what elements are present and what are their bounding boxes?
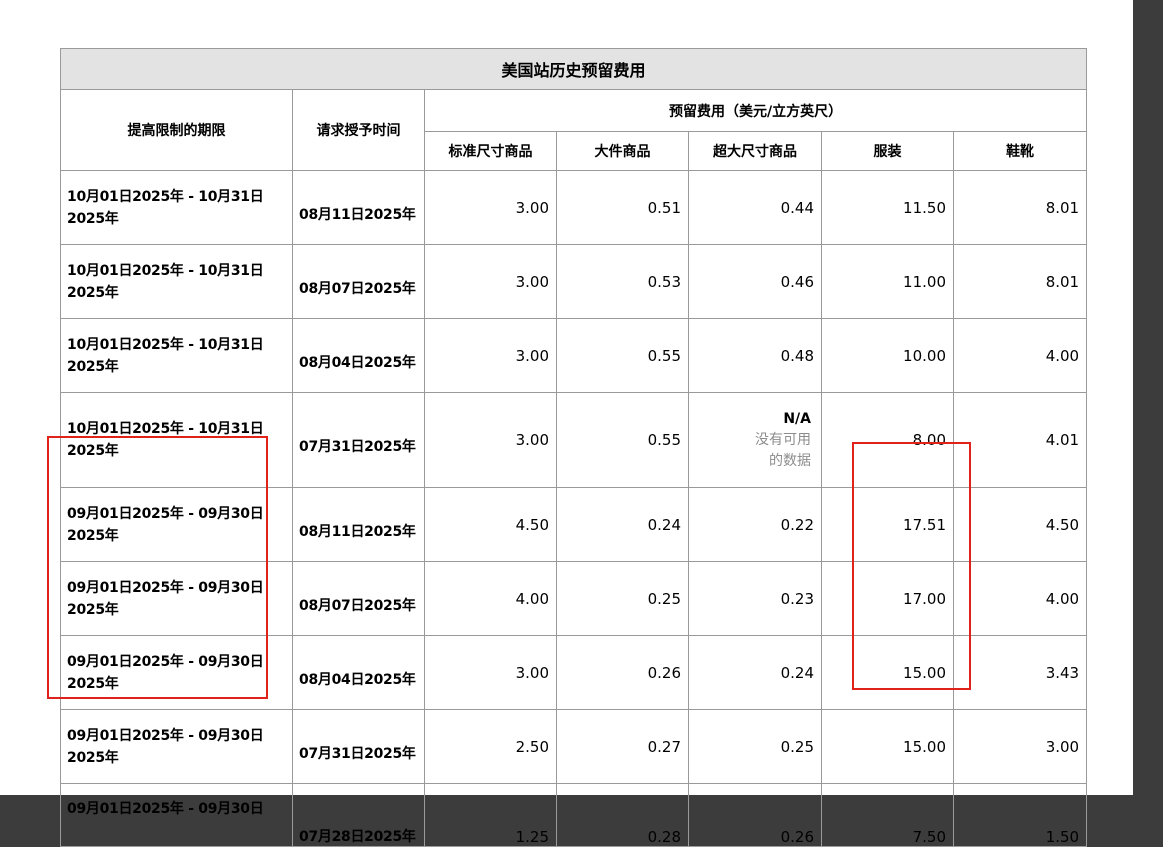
apparel-fee: 10.00 xyxy=(821,318,954,393)
table-row: 09月01日2025年 - 09月30日 2025年 07月31日2025年 2.… xyxy=(60,709,1088,784)
standard-fee: 3.00 xyxy=(424,244,557,319)
header-request-time: 请求授予时间 xyxy=(292,89,425,171)
large-fee: 0.26 xyxy=(556,635,689,710)
period-line: 09月01日2025年 - 09月30日 xyxy=(67,801,264,817)
request-time-cell: 07月28日2025年 xyxy=(292,783,425,847)
standard-fee: 1.25 xyxy=(424,783,557,847)
apparel-fee: 7.50 xyxy=(821,783,954,847)
footwear-fee: 8.01 xyxy=(952,244,1088,319)
oversize-fee: 0.26 xyxy=(688,783,822,847)
table-row: 10月01日2025年 - 10月31日 2025年 08月04日2025年 3.… xyxy=(60,318,1088,393)
standard-fee: 3.00 xyxy=(424,170,557,245)
footwear-fee: 8.01 xyxy=(952,170,1088,245)
request-time-cell: 08月11日2025年 xyxy=(292,170,425,245)
period-line: 2025年 xyxy=(67,358,119,375)
table-row: 10月01日2025年 - 10月31日 2025年 08月07日2025年 3.… xyxy=(60,244,1088,319)
large-fee: 0.55 xyxy=(556,318,689,393)
period-line: 10月01日2025年 - 10月31日 xyxy=(67,336,264,353)
viewer-background xyxy=(1133,0,1163,797)
request-time-cell: 08月04日2025年 xyxy=(292,318,425,393)
large-fee: 0.53 xyxy=(556,244,689,319)
apparel-fee: 11.00 xyxy=(821,244,954,319)
large-fee: 0.51 xyxy=(556,170,689,245)
period-line: 2025年 xyxy=(67,749,119,766)
period-line: 09月01日2025年 - 09月30日 xyxy=(67,727,264,744)
footwear-fee: 4.01 xyxy=(952,392,1088,488)
period-cell: 09月01日2025年 - 09月30日 xyxy=(60,783,293,847)
request-time-cell: 08月04日2025年 xyxy=(292,635,425,710)
footwear-fee: 4.50 xyxy=(952,487,1088,562)
no-data-note: 没有可用 xyxy=(755,431,811,448)
footwear-fee: 3.00 xyxy=(952,709,1088,784)
standard-fee: 3.00 xyxy=(424,392,557,488)
standard-fee: 2.50 xyxy=(424,709,557,784)
period-line: 10月01日2025年 - 10月31日 xyxy=(67,188,264,205)
header-large: 大件商品 xyxy=(556,131,689,171)
request-time-cell: 07月31日2025年 xyxy=(292,392,425,488)
oversize-fee: 0.44 xyxy=(688,170,822,245)
apparel-fee: 15.00 xyxy=(821,709,954,784)
period-line: 10月01日2025年 - 10月31日 xyxy=(67,262,264,279)
standard-fee: 3.00 xyxy=(424,318,557,393)
large-fee: 0.27 xyxy=(556,709,689,784)
header-period: 提高限制的期限 xyxy=(60,89,293,171)
request-time-cell: 08月11日2025年 xyxy=(292,487,425,562)
highlight-box-period xyxy=(47,436,268,699)
request-time-cell: 07月31日2025年 xyxy=(292,709,425,784)
oversize-fee: 0.48 xyxy=(688,318,822,393)
header-apparel: 服装 xyxy=(821,131,954,171)
period-cell: 10月01日2025年 - 10月31日 2025年 xyxy=(60,318,293,393)
period-cell: 10月01日2025年 - 10月31日 2025年 xyxy=(60,170,293,245)
request-time-cell: 08月07日2025年 xyxy=(292,244,425,319)
request-time-cell: 08月07日2025年 xyxy=(292,561,425,636)
document-page: 美国站历史预留费用 提高限制的期限 请求授予时间 预留费用（美元/立方英尺） 标… xyxy=(0,0,1133,847)
na-label: N/A xyxy=(783,410,811,427)
large-fee: 0.25 xyxy=(556,561,689,636)
period-line: 2025年 xyxy=(67,284,119,301)
period-line: 10月01日2025年 - 10月31日 xyxy=(67,421,264,437)
header-standard: 标准尺寸商品 xyxy=(424,131,557,171)
header-oversize: 超大尺寸商品 xyxy=(688,131,822,171)
standard-fee: 4.00 xyxy=(424,561,557,636)
footwear-fee: 3.43 xyxy=(952,635,1088,710)
footwear-fee: 4.00 xyxy=(952,561,1088,636)
header-fee-group: 预留费用（美元/立方英尺） xyxy=(423,88,1088,133)
large-fee: 0.55 xyxy=(556,392,689,488)
oversize-fee: 0.23 xyxy=(688,561,822,636)
no-data-note: 的数据 xyxy=(769,452,811,469)
table-row: 09月01日2025年 - 09月30日 07月28日2025年 1.25 0.… xyxy=(60,783,1088,847)
large-fee: 0.24 xyxy=(556,487,689,562)
oversize-fee: 0.24 xyxy=(688,635,822,710)
oversize-fee: 0.46 xyxy=(688,244,822,319)
footwear-fee: 1.50 xyxy=(952,783,1088,847)
period-line: 2025年 xyxy=(67,210,119,227)
oversize-fee: 0.22 xyxy=(688,487,822,562)
large-fee: 0.28 xyxy=(556,783,689,847)
standard-fee: 3.00 xyxy=(424,635,557,710)
header-footwear: 鞋靴 xyxy=(952,131,1088,171)
period-cell: 09月01日2025年 - 09月30日 2025年 xyxy=(60,709,293,784)
period-cell: 10月01日2025年 - 10月31日 2025年 xyxy=(60,244,293,319)
footwear-fee: 4.00 xyxy=(952,318,1088,393)
oversize-fee-na: N/A 没有可用 的数据 xyxy=(688,392,822,488)
table-title: 美国站历史预留费用 xyxy=(59,48,1088,90)
apparel-fee: 11.50 xyxy=(821,170,954,245)
table-row: 10月01日2025年 - 10月31日 2025年 08月11日2025年 3.… xyxy=(60,170,1088,245)
highlight-box-apparel xyxy=(852,442,971,690)
oversize-fee: 0.25 xyxy=(688,709,822,784)
standard-fee: 4.50 xyxy=(424,487,557,562)
